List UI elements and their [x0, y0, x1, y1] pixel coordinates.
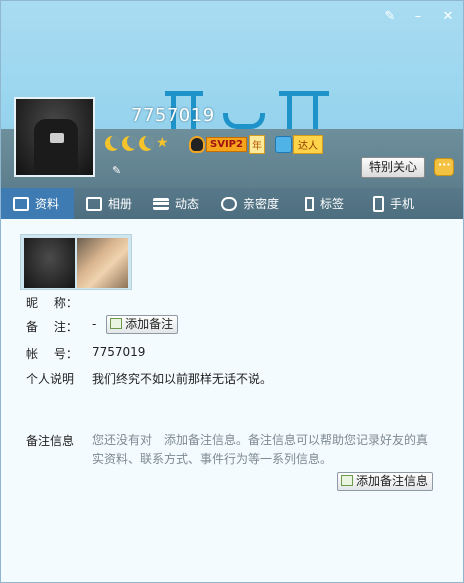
minimize-icon[interactable]: – [411, 10, 425, 24]
photo-strip[interactable] [20, 234, 132, 290]
feed-list-icon [153, 197, 169, 210]
banner-decoration [287, 91, 292, 129]
bio-value: 我们终究不如以前那样无话不说。 [92, 372, 273, 386]
avatar-shirt [34, 119, 78, 175]
remark-info-label: 备注信息 [26, 434, 75, 448]
tab-label: 手机 [390, 197, 415, 211]
bookmark-icon [305, 196, 314, 211]
tab-feed[interactable]: 动态 [141, 188, 209, 219]
tab-label: 动态 [175, 197, 200, 211]
user-id-title: 7757019 [131, 105, 215, 126]
album-icon [86, 196, 102, 211]
account-label: 帐 号： [26, 347, 78, 361]
star-icon: ★ [156, 135, 169, 151]
daren-icon [275, 135, 292, 153]
avatar-logo [50, 133, 64, 143]
banner-decoration [313, 91, 318, 129]
heart-icon [221, 196, 237, 211]
level-badges[interactable]: ★ [105, 136, 169, 152]
tab-profile[interactable]: 资料 [1, 188, 74, 219]
profile-banner: ✎ – ✕ 7757019 ★ SVIP2 年 达人 ✎ 特别关心 [1, 1, 463, 188]
svip-badge[interactable]: SVIP2 年 [189, 134, 265, 154]
penguin-icon [189, 135, 205, 153]
tab-tags[interactable]: 标签 [293, 188, 361, 219]
chat-icon[interactable] [434, 158, 454, 176]
moon-icon [122, 136, 137, 151]
profile-window: ✎ – ✕ 7757019 ★ SVIP2 年 达人 ✎ 特别关心 ··· 资料… [0, 0, 464, 583]
profile-card-icon [13, 196, 29, 211]
tab-label: 相册 [108, 197, 133, 211]
moon-icon [105, 136, 120, 151]
avatar[interactable] [14, 97, 95, 177]
close-icon[interactable]: ✕ [441, 10, 455, 24]
tab-label: 资料 [35, 197, 60, 211]
add-remark-button-label: 添加备注 [125, 317, 174, 331]
tab-label: 亲密度 [243, 197, 280, 211]
daren-badge[interactable]: 达人 [275, 134, 323, 154]
remark-label: 备 注： [26, 320, 78, 334]
add-remark-button[interactable]: 添加备注 [106, 315, 179, 334]
nickname-label: 昵 称： [26, 296, 78, 310]
edit-note-icon [110, 318, 123, 329]
add-remark-info-button[interactable]: 添加备注信息 [337, 472, 434, 491]
skin-icon[interactable]: ✎ [383, 10, 397, 24]
remark-info-text: 您还没有对 添加备注信息。备注信息可以帮助您记录好友的真实资料、联系方式、事件行… [92, 433, 429, 466]
tab-label: 标签 [320, 197, 345, 211]
tab-album[interactable]: 相册 [74, 188, 141, 219]
daren-label: 达人 [293, 134, 323, 154]
profile-tabs: 资料 相册 动态 亲密度 标签 手机 [1, 188, 463, 219]
remark-value-wrap: - 添加备注 [92, 315, 179, 334]
moon-icon [139, 136, 154, 151]
tab-intimacy[interactable]: 亲密度 [209, 188, 293, 219]
edit-signature-icon[interactable]: ✎ [112, 164, 121, 177]
banner-decoration [223, 113, 265, 129]
edit-note-icon [341, 475, 353, 486]
phone-icon [373, 195, 384, 212]
special-care-button[interactable]: 特别关心 [361, 157, 425, 178]
photo-thumbnail[interactable] [77, 238, 128, 288]
photo-thumbnail[interactable] [24, 238, 75, 288]
svip-year: 年 [248, 134, 265, 154]
bio-label: 个人说明 [26, 372, 75, 386]
remark-value: - [92, 317, 97, 331]
svip-label: SVIP2 [206, 136, 247, 152]
account-value: 7757019 [92, 345, 146, 359]
tab-phone[interactable]: 手机 [361, 188, 431, 219]
add-remark-info-button-label: 添加备注信息 [356, 474, 429, 488]
